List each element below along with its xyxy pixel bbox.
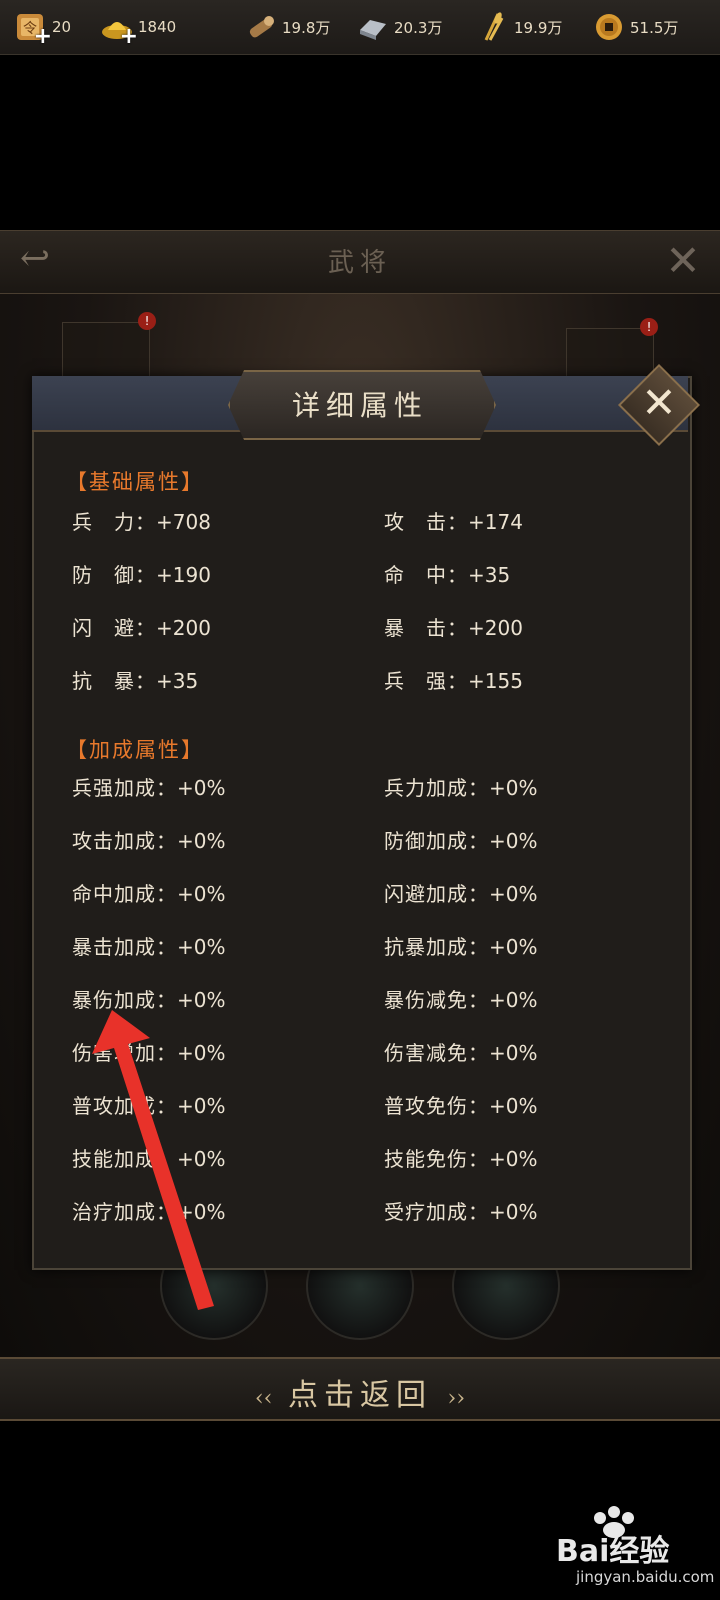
watermark-brand: Bai经验 [556, 1534, 670, 1569]
annotation-arrow [92, 1010, 214, 1310]
watermark-domain: jingyan.baidu.com [576, 1568, 715, 1586]
